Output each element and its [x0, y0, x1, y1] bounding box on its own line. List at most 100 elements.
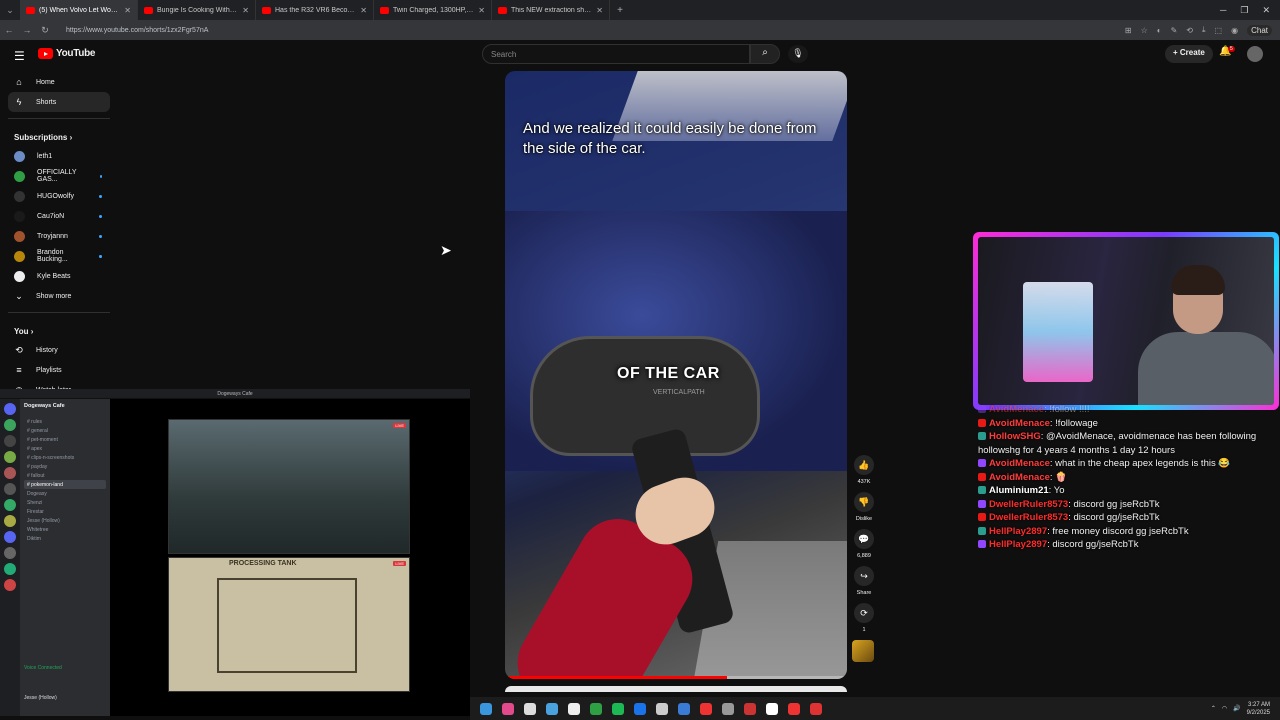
discord-channel[interactable]: Whitetree: [24, 525, 106, 534]
server-icon[interactable]: [4, 499, 16, 511]
microphone-icon[interactable]: 🎙: [788, 45, 808, 63]
extension-icon[interactable]: ✎: [1171, 26, 1178, 35]
extension-icon[interactable]: ⬚: [1215, 26, 1223, 35]
server-icon[interactable]: [4, 483, 16, 495]
you-header[interactable]: You ›: [0, 319, 118, 340]
close-icon[interactable]: ✕: [124, 6, 131, 15]
profile-icon[interactable]: ◉: [1231, 26, 1238, 35]
discord-channel[interactable]: # payday: [24, 462, 106, 471]
create-button[interactable]: + Create: [1165, 45, 1213, 63]
server-icon[interactable]: [4, 403, 16, 415]
taskbar-app-icon[interactable]: [722, 702, 734, 715]
close-icon[interactable]: ✕: [242, 6, 249, 15]
subscription-item[interactable]: OFFICIALLY GAS...: [0, 166, 118, 186]
search-icon[interactable]: ⌕: [750, 44, 780, 64]
show-more-button[interactable]: ⌄ Show more: [0, 286, 118, 306]
forward-icon[interactable]: →: [18, 25, 36, 35]
taskbar-app-icon[interactable]: [744, 702, 756, 715]
tab-menu-icon[interactable]: ⌄: [0, 0, 20, 20]
discord-channel[interactable]: Jesse (Hollow): [24, 516, 106, 525]
subscriptions-header[interactable]: Subscriptions ›: [0, 125, 118, 146]
discord-channel[interactable]: Diktim: [24, 534, 106, 543]
close-icon[interactable]: ✕: [478, 6, 485, 15]
short-video-player[interactable]: And we realized it could easily be done …: [505, 71, 847, 679]
stream-tile[interactable]: PROCESSING TANK LIVE: [168, 557, 410, 692]
server-icon[interactable]: [4, 579, 16, 591]
history-icon[interactable]: ⟲: [1186, 26, 1193, 35]
server-icon[interactable]: [4, 419, 16, 431]
taskbar-app-icon[interactable]: [502, 702, 514, 715]
sidebar-item-playlists[interactable]: ≡ Playlists: [0, 360, 118, 380]
tray-chevron-icon[interactable]: ⌃: [1211, 705, 1216, 712]
taskbar-app-icon[interactable]: [656, 702, 668, 715]
maximize-icon[interactable]: ❐: [1240, 5, 1248, 16]
taskbar-clock[interactable]: 3:27 AM 9/2/2025: [1247, 701, 1270, 717]
reload-icon[interactable]: ↻: [36, 25, 54, 36]
server-icon[interactable]: [4, 467, 16, 479]
taskbar-app-icon[interactable]: [766, 702, 778, 715]
taskbar-app-icon[interactable]: [546, 702, 558, 715]
volume-icon[interactable]: 🔊: [1233, 705, 1240, 712]
close-icon[interactable]: ✕: [596, 6, 603, 15]
discord-channel[interactable]: # fallout: [24, 471, 106, 480]
subscription-item[interactable]: leth1: [0, 146, 118, 166]
discord-channel[interactable]: # apex: [24, 444, 106, 453]
server-icon[interactable]: [4, 451, 16, 463]
new-tab-button[interactable]: +: [610, 5, 630, 16]
chat-button[interactable]: Chat: [1247, 24, 1272, 36]
stream-tile[interactable]: LIVE: [168, 419, 410, 554]
discord-channel[interactable]: Firestar: [24, 507, 106, 516]
next-short-preview[interactable]: [505, 686, 847, 692]
extension-icon[interactable]: ◐: [1157, 26, 1162, 35]
taskbar-app-icon[interactable]: [480, 702, 492, 715]
server-icon[interactable]: [4, 515, 16, 527]
back-icon[interactable]: ←: [0, 25, 18, 35]
browser-tab[interactable]: (5) When Volvo Let Women D...✕: [20, 0, 138, 20]
taskbar-app-icon[interactable]: [612, 702, 624, 715]
like-icon[interactable]: 👍: [854, 455, 874, 475]
browser-tab[interactable]: Bungie Is Cooking With This... ✕: [138, 0, 256, 20]
menu-icon[interactable]: ☰: [14, 49, 25, 63]
comment-icon[interactable]: 💬: [854, 529, 874, 549]
close-icon[interactable]: ✕: [360, 6, 367, 15]
taskbar-app-icon[interactable]: [678, 702, 690, 715]
browser-tab[interactable]: This NEW extraction shooter is W... ✕: [492, 0, 610, 20]
sidebar-item-home[interactable]: ⌂ Home: [0, 72, 118, 92]
close-window-icon[interactable]: ✕: [1262, 5, 1270, 16]
discord-channel[interactable]: # pokemon-land: [24, 480, 106, 489]
server-icon[interactable]: [4, 435, 16, 447]
discord-channel[interactable]: # rules: [24, 417, 106, 426]
discord-channel[interactable]: # clips-n-screenshots: [24, 453, 106, 462]
remix-icon[interactable]: ⟳: [854, 603, 874, 623]
share-icon[interactable]: ↪: [854, 566, 874, 586]
video-progress-bar[interactable]: [505, 676, 847, 679]
server-icon[interactable]: [4, 531, 16, 543]
account-avatar[interactable]: [1247, 46, 1263, 62]
server-icon[interactable]: [4, 563, 16, 575]
discord-channel[interactable]: # pet-moment: [24, 435, 106, 444]
wifi-icon[interactable]: ◠: [1222, 705, 1227, 712]
subscription-item[interactable]: HUGOwolfy: [0, 186, 118, 206]
server-icon[interactable]: [4, 547, 16, 559]
discord-channel[interactable]: # general: [24, 426, 106, 435]
minimize-icon[interactable]: ─: [1220, 5, 1226, 16]
subscription-item[interactable]: Cau7ioN: [0, 206, 118, 226]
taskbar-app-icon[interactable]: [810, 702, 822, 715]
subscription-item[interactable]: Troyjannn: [0, 226, 118, 246]
search-input[interactable]: Search: [482, 44, 750, 64]
extension-icon[interactable]: ⊞: [1125, 26, 1132, 35]
download-icon[interactable]: ⤓: [1202, 25, 1206, 35]
taskbar-app-icon[interactable]: [524, 702, 536, 715]
taskbar-app-icon[interactable]: [568, 702, 580, 715]
browser-tab[interactable]: Twin Charged, 1300HP, No Lag... ✕: [374, 0, 492, 20]
sidebar-item-history[interactable]: ⟲ History: [0, 340, 118, 360]
discord-channel[interactable]: Dogeasy: [24, 489, 106, 498]
discord-channel[interactable]: Shenzi: [24, 498, 106, 507]
browser-tab[interactable]: Has the R32 VR6 Become TOO C...✕: [256, 0, 374, 20]
taskbar-app-icon[interactable]: [788, 702, 800, 715]
subscription-item[interactable]: Kyle Beats: [0, 266, 118, 286]
dislike-icon[interactable]: 👎: [854, 492, 874, 512]
youtube-logo[interactable]: YouTube: [38, 48, 96, 59]
taskbar-app-icon[interactable]: [700, 702, 712, 715]
sound-thumbnail[interactable]: [852, 640, 874, 662]
